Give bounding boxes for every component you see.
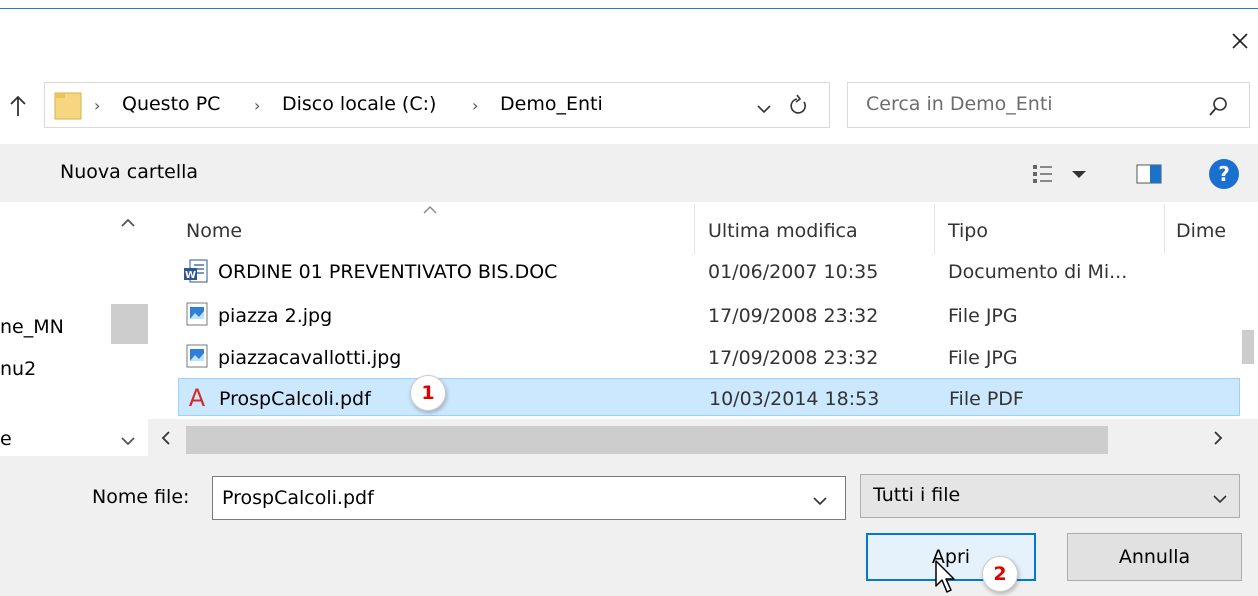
help-button[interactable]: ? (1208, 158, 1240, 194)
file-modified: 10/03/2014 18:53 (709, 388, 880, 410)
address-dropdown-button[interactable] (756, 100, 772, 119)
horizontal-scrollbar-thumb[interactable] (186, 426, 1108, 454)
preview-pane-icon (1136, 164, 1162, 184)
chevron-right-icon (1214, 431, 1223, 445)
column-name[interactable]: Nome (186, 222, 242, 241)
search-placeholder: Cerca in Demo_Enti (866, 93, 1053, 115)
column-divider[interactable] (694, 204, 695, 254)
file-name: ORDINE 01 PREVENTIVATO BIS.DOC (218, 261, 558, 283)
filename-history-dropdown[interactable] (812, 492, 828, 511)
chevron-up-icon (423, 206, 437, 214)
column-modified[interactable]: Ultima modifica (708, 222, 858, 241)
chevron-down-icon (1213, 495, 1227, 504)
window-top-border (0, 8, 1258, 9)
file-name: ProspCalcoli.pdf (219, 388, 371, 410)
file-name: piazzacavallotti.jpg (218, 347, 402, 369)
file-modified: 17/09/2008 23:32 (708, 347, 879, 369)
column-type[interactable]: Tipo (948, 222, 988, 241)
view-list-icon (1033, 165, 1086, 183)
file-row[interactable]: W ORDINE 01 PREVENTIVATO BIS.DOC 01/06/2… (178, 252, 1240, 290)
file-type-filter-dropdown[interactable] (1212, 490, 1228, 509)
scroll-right-button[interactable] (1212, 430, 1224, 450)
folder-icon (54, 90, 82, 124)
chevron-down-icon (121, 437, 135, 446)
close-button[interactable] (1222, 24, 1258, 58)
arrow-up-icon (10, 95, 26, 116)
svg-text:A: A (189, 384, 206, 410)
close-icon (1232, 33, 1248, 49)
view-options-button[interactable] (1032, 163, 1094, 189)
word-doc-icon: W (184, 259, 208, 287)
file-list-scrollbar-thumb[interactable] (1242, 330, 1254, 364)
file-type-filter-value: Tutti i file (873, 484, 961, 506)
breadcrumb-this-pc[interactable]: Questo PC (122, 95, 220, 114)
step-badge-1: 1 (410, 375, 446, 411)
svg-text:W: W (185, 270, 196, 281)
image-icon (186, 344, 208, 372)
up-folder-button[interactable] (4, 92, 32, 120)
breadcrumb-local-disk[interactable]: Disco locale (C:) (282, 95, 436, 114)
column-divider[interactable] (1164, 204, 1165, 254)
breadcrumb-separator: › (94, 96, 101, 115)
file-type: Documento di Mi... (948, 261, 1128, 283)
refresh-button[interactable] (788, 94, 810, 122)
breadcrumb-demo-enti[interactable]: Demo_Enti (500, 95, 603, 114)
column-size[interactable]: Dime (1176, 222, 1240, 241)
new-folder-button[interactable]: Nuova cartella (60, 163, 198, 182)
filename-value: ProspCalcoli.pdf (222, 487, 374, 509)
file-modified: 17/09/2008 23:32 (708, 305, 879, 327)
help-icon: ? (1209, 159, 1239, 189)
nav-scrollbar-thumb[interactable] (111, 304, 148, 344)
refresh-icon (790, 94, 806, 114)
file-list-header (148, 202, 1258, 254)
file-type: File JPG (948, 305, 1018, 327)
step-badge-2: 2 (982, 556, 1018, 592)
file-row[interactable]: piazza 2.jpg 17/09/2008 23:32 File JPG (178, 296, 1240, 334)
file-type: File JPG (948, 347, 1018, 369)
image-icon (186, 302, 208, 330)
search-icon (1209, 97, 1227, 116)
scroll-left-button[interactable] (160, 430, 172, 450)
cancel-button-label: Annulla (1118, 545, 1191, 568)
nav-scroll-down[interactable] (120, 432, 136, 451)
search-button[interactable] (1208, 95, 1230, 121)
nav-item[interactable]: e (0, 430, 12, 449)
file-row-selected[interactable]: A ProspCalcoli.pdf 10/03/2014 18:53 File… (178, 378, 1240, 416)
chevron-up-icon (121, 218, 135, 227)
file-row[interactable]: piazzacavallotti.jpg 17/09/2008 23:32 Fi… (178, 338, 1240, 376)
nav-item[interactable]: ne_MN (0, 318, 64, 337)
file-modified: 01/06/2007 10:35 (708, 261, 879, 283)
sort-ascending-indicator (422, 200, 438, 219)
nav-item[interactable]: nu2 (0, 360, 36, 379)
column-divider[interactable] (934, 204, 935, 254)
chevron-left-icon (161, 431, 170, 445)
file-name: piazza 2.jpg (218, 305, 333, 327)
nav-scroll-up[interactable] (120, 214, 136, 233)
preview-pane-button[interactable] (1136, 164, 1162, 188)
filename-label: Nome file: (92, 486, 190, 508)
chevron-down-icon (813, 497, 827, 506)
breadcrumb-separator: › (254, 96, 261, 115)
chevron-down-icon (757, 105, 771, 114)
svg-text:?: ? (1218, 162, 1230, 186)
breadcrumb-separator: › (472, 96, 479, 115)
cancel-button[interactable]: Annulla (1067, 533, 1242, 581)
mouse-cursor-icon (934, 560, 956, 596)
pdf-icon: A (185, 384, 209, 414)
file-type: File PDF (949, 388, 1024, 410)
